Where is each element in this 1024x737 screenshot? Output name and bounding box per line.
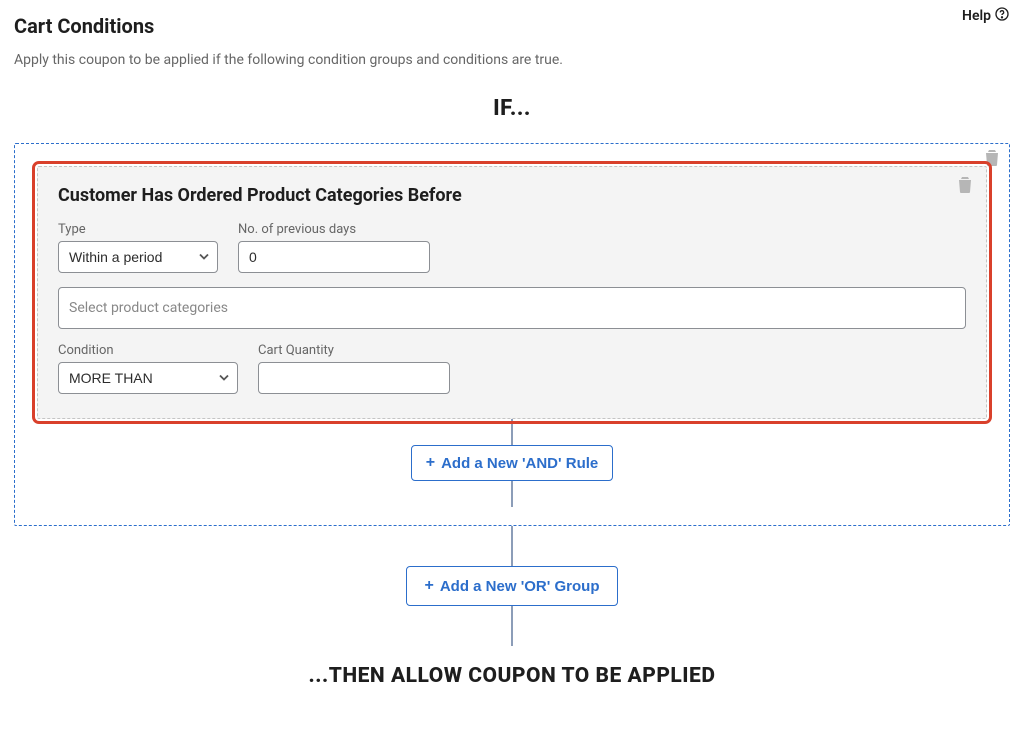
categories-placeholder: Select product categories bbox=[69, 300, 228, 316]
connector-line bbox=[511, 481, 513, 507]
if-heading: IF... bbox=[14, 96, 1010, 121]
condition-label: Condition bbox=[58, 343, 238, 358]
trash-icon bbox=[985, 150, 999, 166]
page-subtitle: Apply this coupon to be applied if the f… bbox=[14, 52, 1010, 68]
type-label: Type bbox=[58, 222, 218, 237]
plus-icon: + bbox=[425, 577, 434, 595]
days-input[interactable] bbox=[238, 241, 430, 273]
connector-line bbox=[511, 606, 513, 646]
then-heading: ...THEN ALLOW COUPON TO BE APPLIED bbox=[14, 664, 1010, 688]
delete-group-button[interactable] bbox=[985, 150, 999, 170]
add-or-group-button[interactable]: + Add a New 'OR' Group bbox=[406, 566, 619, 606]
connector-line bbox=[511, 526, 513, 566]
categories-select[interactable]: Select product categories bbox=[58, 287, 966, 329]
qty-label: Cart Quantity bbox=[258, 343, 450, 358]
connector-line bbox=[511, 419, 513, 445]
condition-group: Customer Has Ordered Product Categories … bbox=[14, 143, 1010, 526]
help-label: Help bbox=[962, 8, 991, 24]
rule-title: Customer Has Ordered Product Categories … bbox=[58, 185, 966, 206]
delete-rule-button[interactable] bbox=[958, 177, 972, 197]
plus-icon: + bbox=[426, 454, 435, 472]
type-select[interactable]: Within a period bbox=[58, 241, 218, 273]
page-title: Cart Conditions bbox=[14, 14, 1010, 38]
add-and-rule-button[interactable]: + Add a New 'AND' Rule bbox=[411, 445, 614, 481]
qty-input[interactable] bbox=[258, 362, 450, 394]
add-and-label: Add a New 'AND' Rule bbox=[441, 455, 598, 472]
trash-icon bbox=[958, 177, 972, 193]
rule-card: Customer Has Ordered Product Categories … bbox=[37, 166, 987, 419]
condition-select[interactable]: MORE THAN bbox=[58, 362, 238, 394]
help-icon bbox=[994, 6, 1010, 26]
add-or-label: Add a New 'OR' Group bbox=[440, 578, 600, 595]
days-label: No. of previous days bbox=[238, 222, 430, 237]
help-link[interactable]: Help bbox=[962, 6, 1010, 26]
